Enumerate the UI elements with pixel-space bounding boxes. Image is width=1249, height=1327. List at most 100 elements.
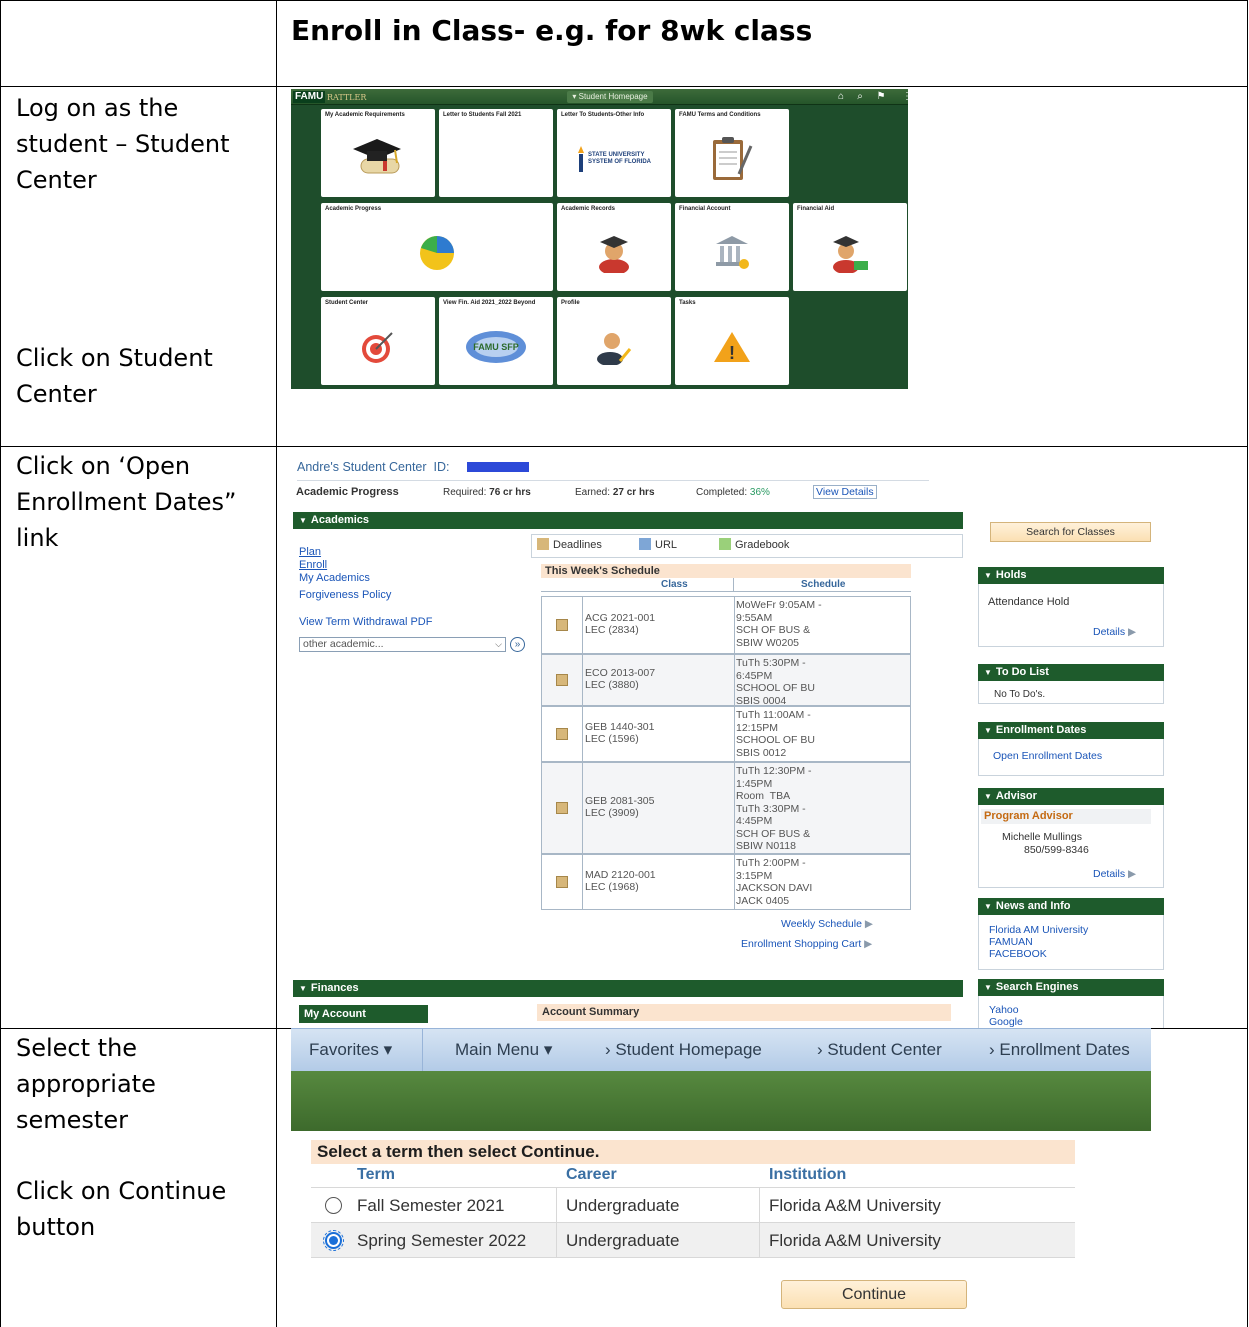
tile-student-center[interactable]: Student Center xyxy=(321,297,435,385)
term-column-headers: Term Career Institution xyxy=(311,1164,1075,1188)
table-row: MAD 2120-001 LEC (1968) TuTh 2:00PM - 3:1… xyxy=(541,854,911,910)
my-account-tab[interactable]: My Account xyxy=(299,1005,428,1023)
table-row[interactable]: Fall Semester 2021 Undergraduate Florida… xyxy=(311,1188,1075,1223)
tile-financial-account[interactable]: Financial Account xyxy=(675,203,789,291)
facebook-link[interactable]: FACEBOOK xyxy=(989,948,1047,960)
student-center-panel: Andre's Student Center ID: Academic Prog… xyxy=(291,454,1177,1028)
flag-icon[interactable]: ⚑ xyxy=(875,91,887,103)
tile-financial-aid[interactable]: Financial Aid xyxy=(793,203,907,291)
warning-icon: ! xyxy=(675,313,789,381)
earned-label: Earned: 27 cr hrs xyxy=(575,487,655,498)
step-select-semester-text: Select the appropriate semester xyxy=(16,1034,156,1134)
yahoo-link[interactable]: Yahoo xyxy=(989,1004,1019,1016)
search-engines-header[interactable]: ▼ Search Engines xyxy=(978,979,1164,996)
search-for-classes-button[interactable]: Search for Classes xyxy=(990,522,1151,542)
go-arrow-icon[interactable]: » xyxy=(510,637,525,652)
no-todos: No To Do's. xyxy=(994,689,1046,700)
col-schedule: Schedule xyxy=(801,579,846,590)
tile-tasks[interactable]: Tasks ! xyxy=(675,297,789,385)
search-icon[interactable]: ⌕ xyxy=(854,91,866,103)
continue-button[interactable]: Continue xyxy=(781,1280,967,1309)
plan-link[interactable]: Plan xyxy=(299,546,321,558)
tile-letter-to-students-other-info[interactable]: Letter To Students-Other Info STATE UNIV… xyxy=(557,109,671,197)
tile-my-academic-requirements[interactable]: My Academic Requirements xyxy=(321,109,435,197)
class-calendar-icon[interactable] xyxy=(556,674,568,686)
tile-famu-terms-and-conditions[interactable]: FAMU Terms and Conditions xyxy=(675,109,789,197)
holds-header[interactable]: ▼ Holds xyxy=(978,567,1164,584)
view-details-link[interactable]: View Details xyxy=(813,485,877,499)
class-name: GEB 1440-301 LEC (1596) xyxy=(585,721,655,745)
advisor-phone: 850/599-8346 xyxy=(1024,844,1089,856)
breadcrumb-student-center[interactable]: › Student Center xyxy=(817,1040,942,1060)
attendance-hold: Attendance Hold xyxy=(988,596,1070,608)
table-border-right xyxy=(1247,0,1248,1327)
step-open-enrollment-text: Click on ‘Open Enrollment Dates” link xyxy=(16,452,237,552)
forgiveness-policy-link[interactable]: Forgiveness Policy xyxy=(299,589,391,601)
todo-header[interactable]: ▼ To Do List xyxy=(978,664,1164,681)
account-summary-title: Account Summary xyxy=(537,1004,951,1021)
col-class: Class xyxy=(661,579,688,590)
breadcrumb-enrollment-dates[interactable]: › Enrollment Dates xyxy=(989,1040,1130,1060)
table-row[interactable]: Spring Semester 2022 Undergraduate Flori… xyxy=(311,1223,1075,1258)
tile-academic-progress[interactable]: Academic Progress xyxy=(321,203,553,291)
pie-chart-icon xyxy=(321,219,553,287)
table-row: GEB 2081-305 LEC (3909) TuTh 12:30PM - 1:… xyxy=(541,762,911,854)
main-menu[interactable]: Main Menu ▾ xyxy=(455,1040,552,1060)
term-name: Fall Semester 2021 xyxy=(357,1196,505,1215)
term-radio-spring-2022[interactable] xyxy=(323,1230,344,1251)
holds-details-link[interactable]: Details ▶ xyxy=(1093,626,1136,638)
term-career: Undergraduate xyxy=(566,1231,680,1250)
student-homepage-panel: FAMU RATTLER ▾ Student Homepage ⌂ ⌕ ⚑ ⋮ … xyxy=(291,89,908,389)
term-name: Spring Semester 2022 xyxy=(357,1231,527,1250)
favorites-menu[interactable]: Favorites ▾ xyxy=(309,1040,392,1060)
table-border-top xyxy=(0,0,1248,1)
class-calendar-icon[interactable] xyxy=(556,728,568,740)
weekly-schedule-link[interactable]: Weekly Schedule ▶ xyxy=(781,918,873,930)
google-link[interactable]: Google xyxy=(989,1016,1023,1028)
famu-sfp-logo-icon: FAMU SFP xyxy=(439,313,553,381)
my-academics-link[interactable]: My Academics xyxy=(299,572,370,584)
class-calendar-icon[interactable] xyxy=(556,876,568,888)
shopping-cart-link[interactable]: Enrollment Shopping Cart ▶ xyxy=(741,938,872,950)
academics-header[interactable]: ▼ Academics xyxy=(293,512,963,529)
table-row: ACG 2021-001 LEC (2834) MoWeFr 9:05AM - 9… xyxy=(541,596,911,654)
term-prompt: Select a term then select Continue. xyxy=(311,1140,1075,1164)
tile-profile[interactable]: Profile xyxy=(557,297,671,385)
required-label: Required: 76 cr hrs xyxy=(443,487,531,498)
target-icon xyxy=(321,313,435,381)
url-tool[interactable]: URL xyxy=(639,538,677,551)
class-calendar-icon[interactable] xyxy=(556,619,568,631)
advisor-header[interactable]: ▼ Advisor xyxy=(978,788,1164,805)
breadcrumb: Favorites ▾ Main Menu ▾ › Student Homepa… xyxy=(291,1028,1151,1071)
other-academic-select[interactable]: other academic... ⌵ xyxy=(299,637,506,652)
tile-letter-to-students-fall-2021[interactable]: Letter to Students Fall 2021 xyxy=(439,109,553,197)
deadlines-tool[interactable]: Deadlines xyxy=(537,538,602,551)
news-info-header[interactable]: ▼ News and Info xyxy=(978,898,1164,915)
class-calendar-icon[interactable] xyxy=(556,802,568,814)
student-center-header: Andre's Student Center ID: xyxy=(297,460,450,474)
table-row: GEB 1440-301 LEC (1596) TuTh 11:00AM - 12… xyxy=(541,706,911,762)
tile-view-fin-aid[interactable]: View Fin. Aid 2021_2022 Beyond FAMU SFP xyxy=(439,297,553,385)
enroll-link[interactable]: Enroll xyxy=(299,559,327,571)
breadcrumb-student-homepage[interactable]: › Student Homepage xyxy=(605,1040,762,1060)
famuan-link[interactable]: FAMUAN xyxy=(989,936,1033,948)
enrollment-dates-header[interactable]: ▼ Enrollment Dates xyxy=(978,722,1164,739)
more-menu-icon[interactable]: ⋮ xyxy=(901,91,908,103)
redacted-id xyxy=(467,462,529,472)
florida-am-link[interactable]: Florida AM University xyxy=(989,924,1088,936)
class-name: ACG 2021-001 LEC (2834) xyxy=(585,612,656,636)
gradebook-tool[interactable]: Gradebook xyxy=(719,538,789,551)
table-row-divider xyxy=(0,446,1248,447)
profile-icon xyxy=(557,313,671,381)
tile-academic-records[interactable]: Academic Records xyxy=(557,203,671,291)
class-name: GEB 2081-305 LEC (3909) xyxy=(585,795,655,819)
open-enrollment-dates-link[interactable]: Open Enrollment Dates xyxy=(993,750,1102,762)
famu-logo[interactable]: FAMU xyxy=(293,91,326,103)
advisor-details-link[interactable]: Details ▶ xyxy=(1093,868,1136,880)
home-icon[interactable]: ⌂ xyxy=(835,91,847,103)
finances-header[interactable]: ▼ Finances xyxy=(293,980,963,997)
term-radio-fall-2021[interactable] xyxy=(325,1197,342,1214)
header-banner xyxy=(291,1071,1151,1131)
term-withdrawal-link[interactable]: View Term Withdrawal PDF xyxy=(299,616,432,628)
homepage-nav-dropdown[interactable]: ▾ Student Homepage xyxy=(567,91,653,103)
